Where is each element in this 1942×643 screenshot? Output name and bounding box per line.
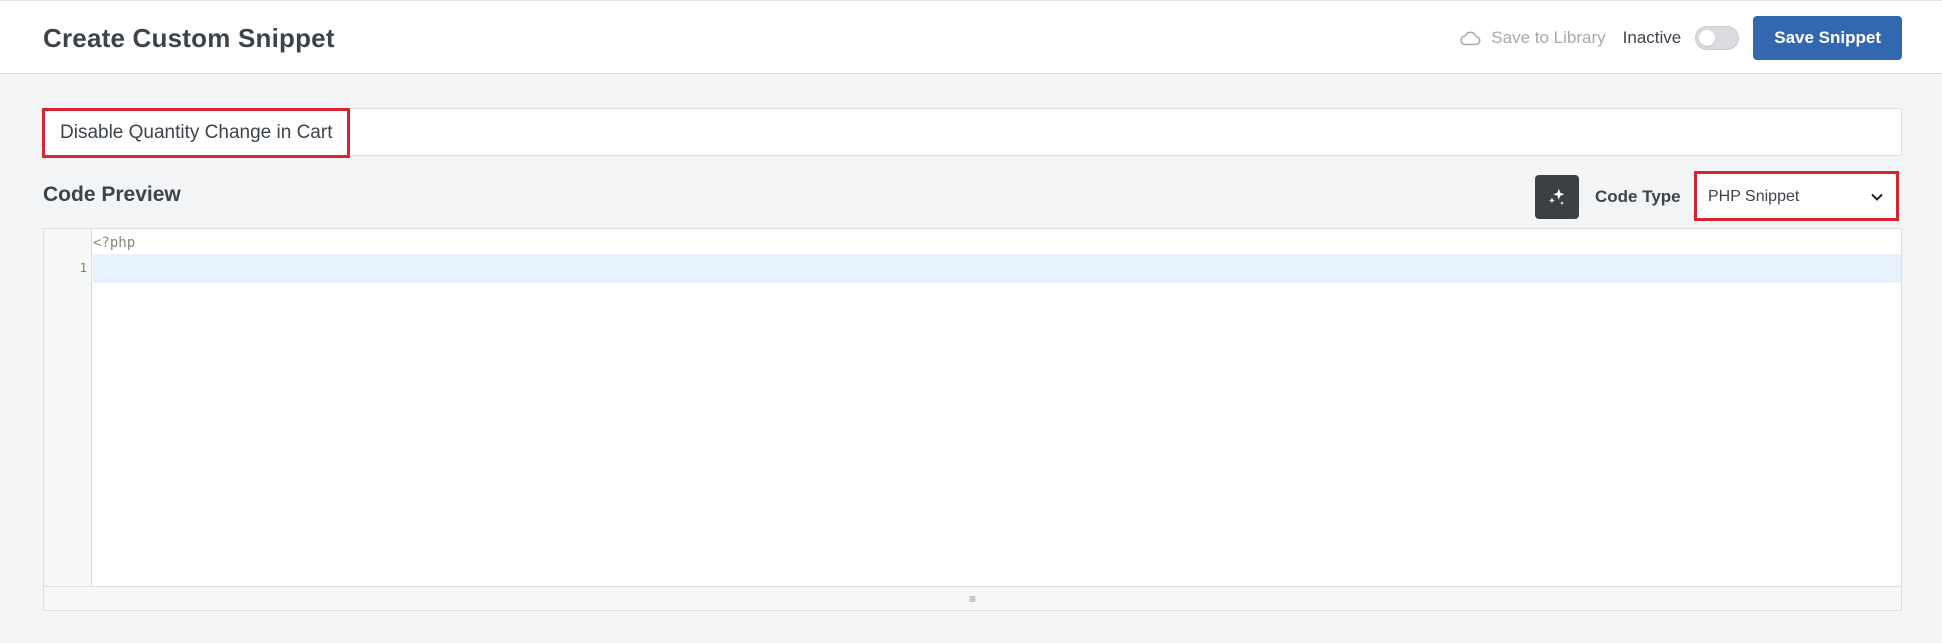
code-type-selected-value: PHP Snippet xyxy=(1708,188,1800,205)
active-code-line[interactable] xyxy=(93,254,1901,283)
php-open-tag: <?php xyxy=(93,235,136,251)
active-toggle[interactable] xyxy=(1695,26,1740,50)
top-bar: Create Custom Snippet Save to Library In… xyxy=(0,0,1942,74)
line-number: 1 xyxy=(79,261,87,275)
code-editor[interactable]: 1 <?php ≡ xyxy=(43,228,1902,611)
sparkles-icon xyxy=(1549,188,1565,205)
save-to-library-label: Save to Library xyxy=(1491,28,1606,47)
toggle-knob xyxy=(1699,30,1716,46)
resize-handle-icon: ≡ xyxy=(968,591,976,606)
save-snippet-button[interactable]: Save Snippet xyxy=(1753,16,1902,60)
code-preview-title: Code Preview xyxy=(43,183,181,206)
line-gutter: 1 xyxy=(44,229,92,587)
header-actions: Save to Library Inactive Save Snippet xyxy=(1459,16,1902,60)
editor-resize-bar[interactable]: ≡ xyxy=(44,586,1901,610)
code-type-select[interactable]: PHP Snippet xyxy=(1694,171,1899,221)
code-type-label: Code Type xyxy=(1595,187,1681,206)
cloud-icon xyxy=(1460,31,1481,46)
save-to-library-button[interactable]: Save to Library xyxy=(1459,28,1606,48)
title-highlight-box xyxy=(42,108,350,158)
ai-generate-button[interactable] xyxy=(1535,175,1579,219)
status-label: Inactive xyxy=(1622,28,1682,47)
chevron-down-icon xyxy=(1871,193,1883,201)
page-title: Create Custom Snippet xyxy=(43,23,335,53)
